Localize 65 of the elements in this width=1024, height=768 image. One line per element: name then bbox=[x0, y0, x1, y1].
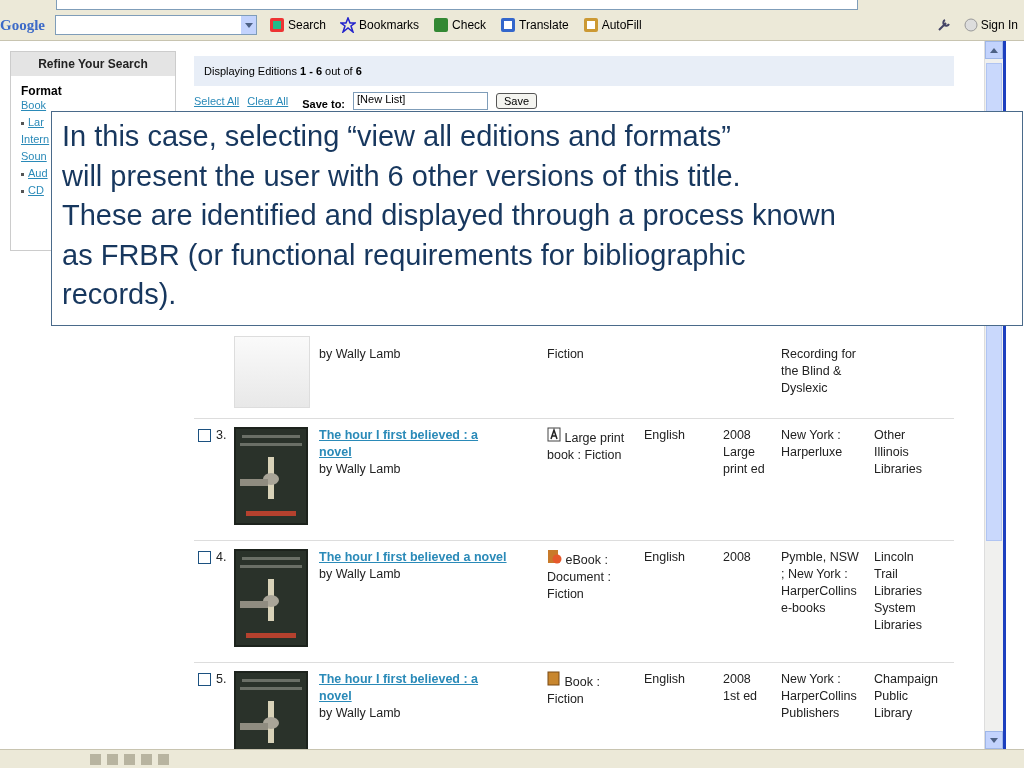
toolbar-button[interactable]: Translate bbox=[498, 17, 571, 33]
star-icon bbox=[340, 17, 357, 33]
toolbar-button[interactable]: Bookmarks bbox=[338, 17, 422, 33]
row-checkbox[interactable] bbox=[198, 551, 211, 564]
library-text: Champaign Public Library bbox=[874, 672, 938, 720]
save-button[interactable]: Save bbox=[496, 93, 538, 109]
toolbar-button[interactable]: Search bbox=[267, 17, 329, 33]
facet-link[interactable]: Aud bbox=[28, 167, 48, 179]
ebook-icon bbox=[547, 549, 562, 564]
book-icon bbox=[547, 671, 561, 686]
facet-link[interactable]: Intern bbox=[21, 133, 50, 145]
list-select[interactable]: [New List] bbox=[353, 92, 488, 110]
results-summary: Displaying Editions 1 - 6 out of 6 bbox=[194, 56, 954, 86]
callout-text: In this case, selecting “view all editions and formats” will present the user with 6 other versions of this title. These are identified and displayed through a process known as FRBR (or functional requirements for bibliographic records). bbox=[62, 119, 837, 312]
search-field[interactable] bbox=[55, 15, 257, 35]
edition-text: 2008 1st ed bbox=[723, 672, 758, 703]
toolbar-button[interactable]: AutoFill bbox=[580, 17, 644, 33]
facet-link[interactable]: Lar bbox=[28, 116, 44, 128]
panel-title: Refine Your Search bbox=[11, 52, 175, 76]
row-number: 3. bbox=[216, 427, 227, 444]
format-text: Large print book : Fiction bbox=[547, 431, 625, 462]
publisher-text: Pymble, NSW ; New York : HarperCollins e-books bbox=[781, 550, 859, 615]
facet-link[interactable]: Book bbox=[21, 99, 47, 111]
row-checkbox[interactable] bbox=[198, 673, 211, 686]
title-link[interactable]: The hour I first believed a novel bbox=[319, 549, 509, 566]
bullet-mark bbox=[21, 121, 24, 125]
format-text: Fiction bbox=[547, 347, 584, 361]
scroll-down-icon bbox=[990, 737, 998, 743]
author-text: by Wally Lamb bbox=[319, 566, 402, 583]
edition-text: 2008 Large print ed bbox=[723, 428, 765, 476]
facet-link[interactable]: Soun bbox=[21, 150, 47, 162]
facet-heading: Format bbox=[21, 84, 63, 98]
clear-all-link[interactable]: Clear All bbox=[247, 95, 289, 107]
sign-in-button[interactable]: Sign In bbox=[961, 18, 1020, 32]
bullet-mark bbox=[21, 189, 24, 193]
toolbar-logo: Google bbox=[0, 16, 45, 34]
language-text: English bbox=[644, 428, 685, 442]
bullet-mark bbox=[21, 172, 24, 176]
address-field[interactable] bbox=[56, 0, 858, 10]
publisher-text: New York : HarperCollins Publishers bbox=[781, 672, 857, 720]
author-text: by Wally Lamb bbox=[319, 461, 402, 478]
save-label: Save to: bbox=[302, 98, 345, 110]
dropdown-arrow-icon bbox=[244, 22, 253, 28]
large-print-icon bbox=[547, 427, 561, 442]
row-number: 5. bbox=[216, 671, 227, 688]
row-checkbox[interactable] bbox=[198, 429, 211, 442]
publisher-text: Recording for the Blind & Dyslexic bbox=[781, 347, 857, 395]
publisher-text: New York : Harperluxe bbox=[781, 428, 843, 459]
format-text: eBook : Document : Fiction bbox=[547, 553, 611, 601]
title-link[interactable]: The hour I first believed : a novel bbox=[319, 671, 509, 705]
language-text: English bbox=[644, 672, 685, 686]
author-text: by Wally Lamb bbox=[319, 705, 402, 722]
scroll-up-icon bbox=[990, 47, 998, 53]
library-text: Other Illinois Libraries bbox=[874, 428, 922, 476]
row-number: 4. bbox=[216, 549, 227, 566]
title-link[interactable]: The hour I first believed : a novel bbox=[319, 427, 509, 461]
toolbar-button[interactable]: Check bbox=[431, 17, 489, 33]
select-all-link[interactable]: Select All bbox=[194, 95, 240, 107]
user-icon bbox=[963, 18, 978, 32]
facet-link[interactable]: CD bbox=[28, 184, 44, 196]
library-text: Lincoln Trail Libraries System Libraries bbox=[874, 550, 922, 632]
format-text: Book : Fiction bbox=[547, 675, 600, 706]
edition-text: 2008 bbox=[723, 550, 751, 564]
author-text: by Wally Lamb bbox=[319, 346, 402, 363]
language-text: English bbox=[644, 550, 685, 564]
